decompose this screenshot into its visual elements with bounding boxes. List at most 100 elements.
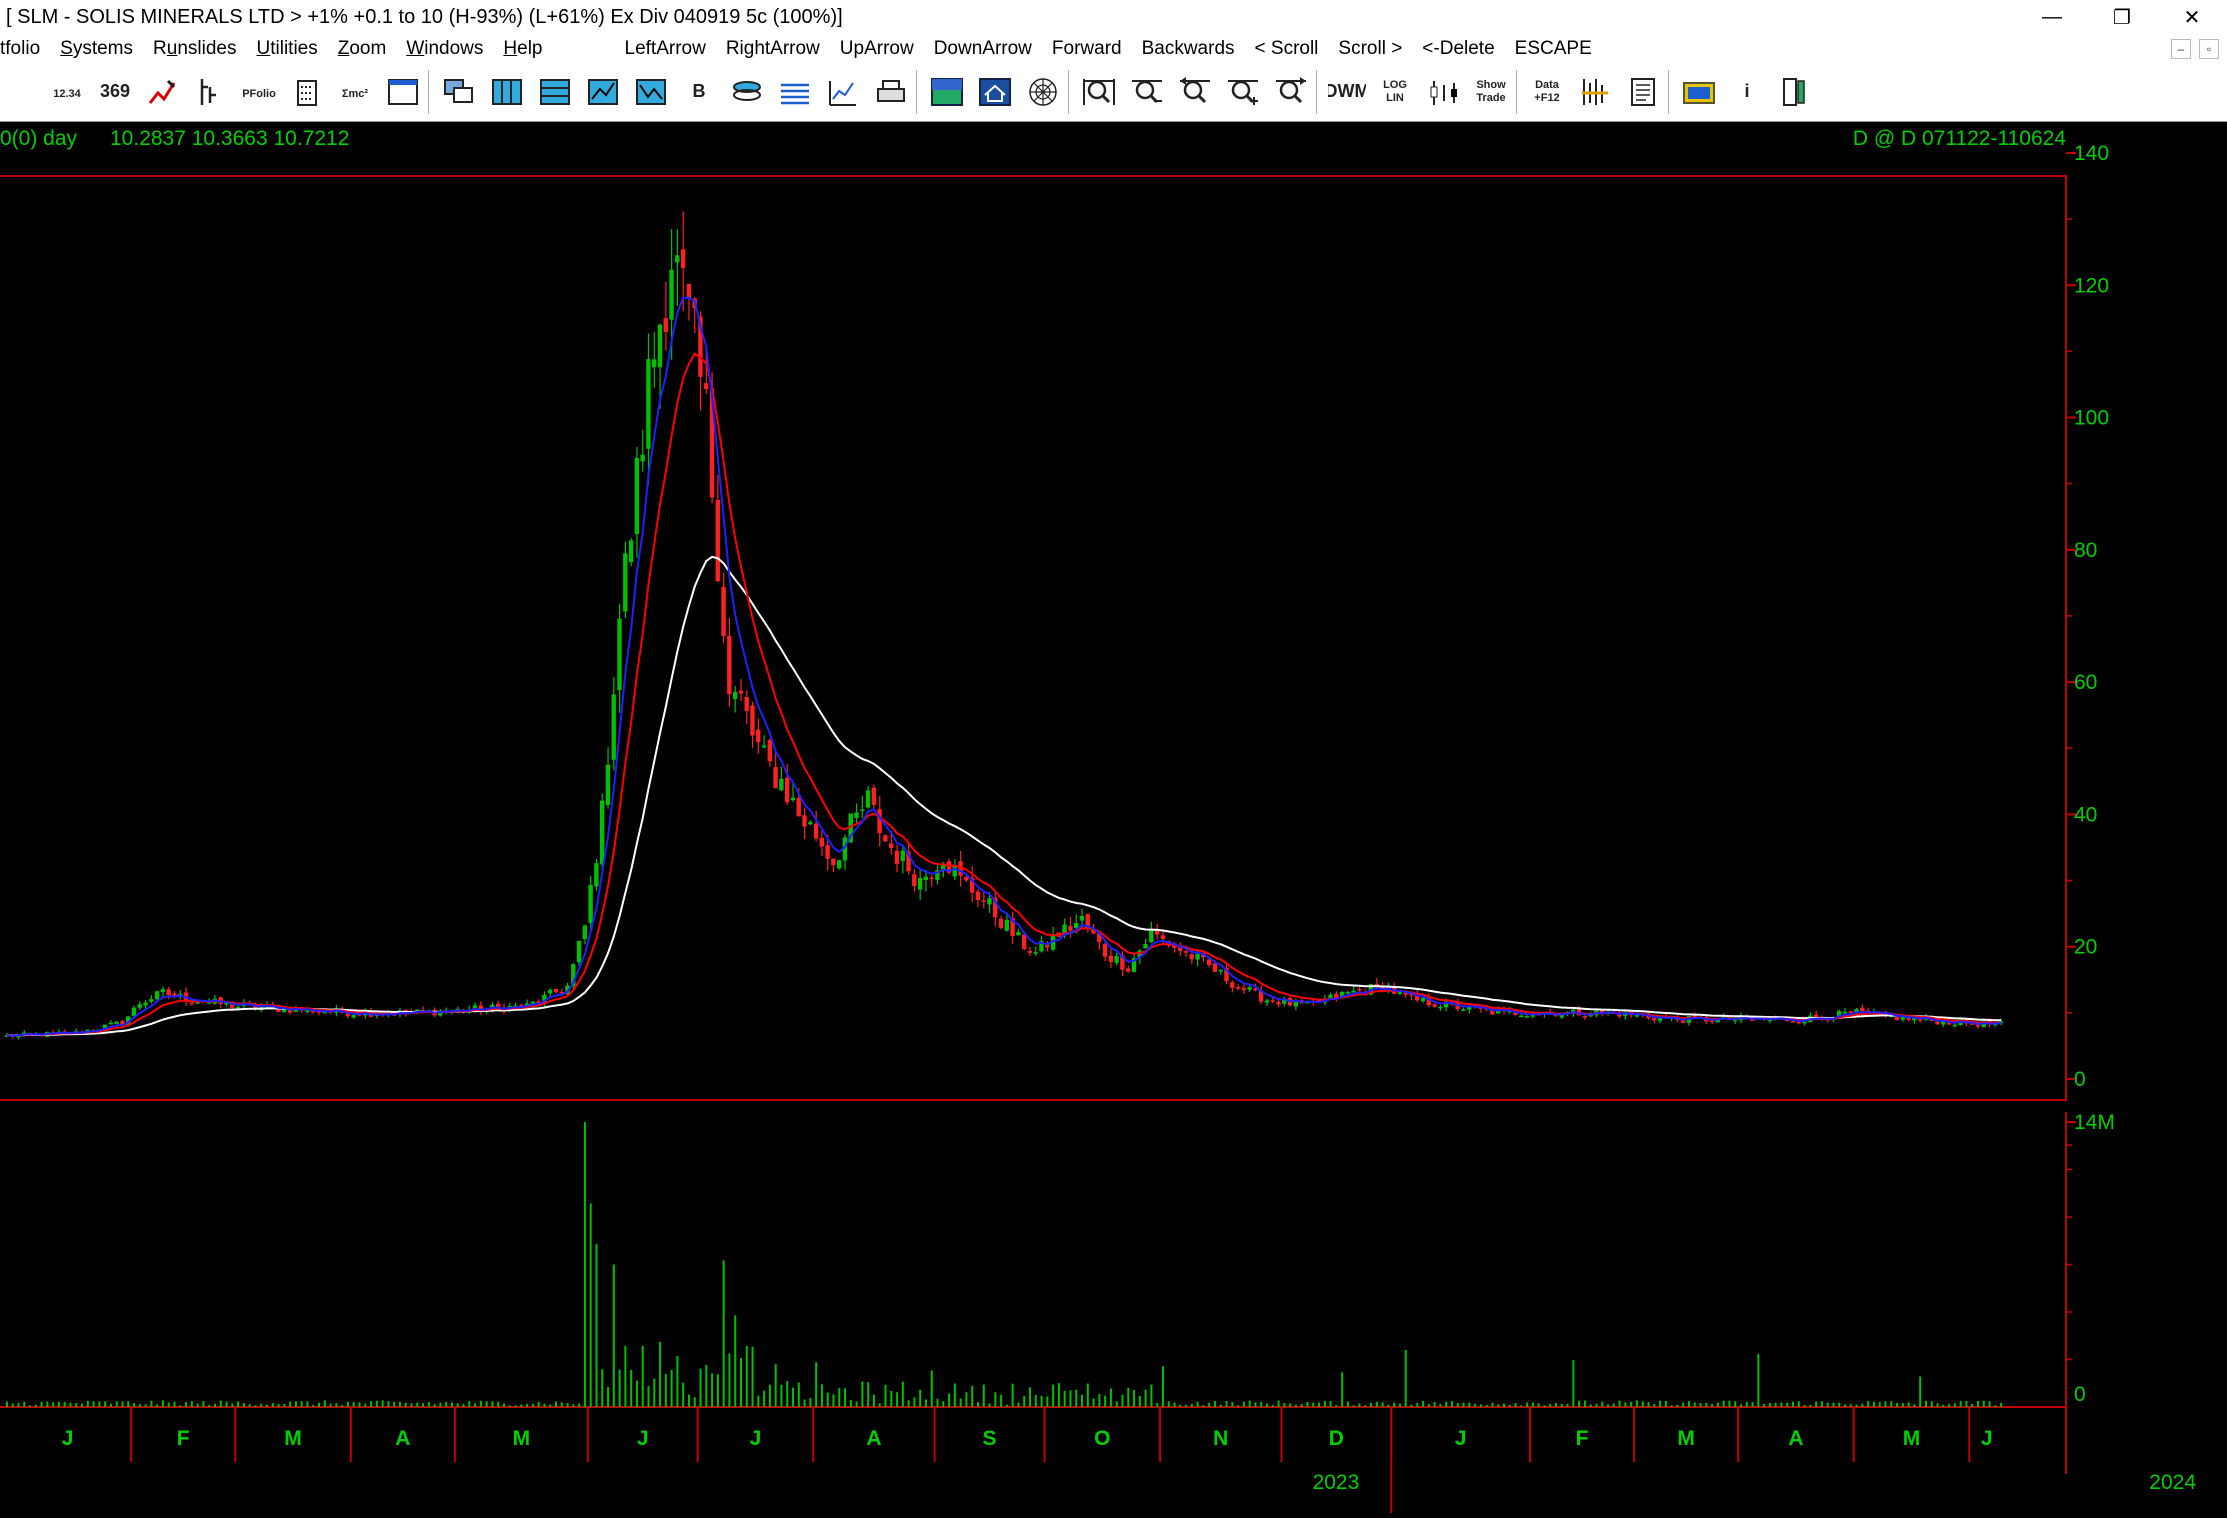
candle-body [1247, 987, 1252, 990]
menu-utilities[interactable]: Utilities [246, 38, 327, 60]
indicator-icon[interactable] [824, 73, 862, 111]
formula-icon[interactable]: Σmc² [336, 73, 374, 111]
period-dwm-icon-text: DWM [1328, 81, 1366, 101]
child-restore-button[interactable]: ▫ [2199, 39, 2219, 59]
edit-chart-icon[interactable] [144, 73, 182, 111]
candle-body [235, 1006, 241, 1009]
candle-body [547, 989, 553, 994]
cmd-backwards[interactable]: Backwards [1132, 38, 1245, 60]
window-icon[interactable] [384, 73, 422, 111]
home-icon[interactable] [976, 73, 1014, 111]
menu-portfolio[interactable]: tfolio [0, 38, 50, 60]
candle-body [588, 884, 593, 923]
menu-runslides[interactable]: Runslides [143, 38, 246, 60]
candle-body [657, 324, 663, 368]
notes-icon[interactable] [1624, 73, 1662, 111]
month-label: M [513, 1427, 531, 1450]
close-button[interactable]: ✕ [2157, 0, 2227, 34]
chart-area[interactable]: 0(0) day 10.2837 10.3663 10.7212 D @ D 071… [0, 122, 2227, 1513]
candle-body [721, 586, 726, 637]
portfolio-icon[interactable]: PFolio [240, 73, 278, 111]
candle-body [160, 989, 166, 992]
candle-body [854, 812, 859, 818]
cascade-icon[interactable] [440, 73, 478, 111]
log-lin-icon[interactable]: LOG LIN [1376, 73, 1414, 111]
tile-vertical-icon[interactable] [488, 73, 526, 111]
month-label: S [983, 1427, 997, 1450]
cmd-escape[interactable]: ESCAPE [1505, 38, 1602, 60]
cmd-down-arrow[interactable]: DownArrow [924, 38, 1042, 60]
candle-body [1195, 953, 1200, 960]
tile-horizontal-icon[interactable] [536, 73, 574, 111]
log-lin-icon-text: LOG [1383, 79, 1407, 91]
layers-icon[interactable] [776, 73, 814, 111]
candle-body [553, 989, 559, 993]
menu-systems[interactable]: Systems [50, 38, 143, 60]
minimize-button[interactable]: — [2017, 0, 2087, 34]
toolbar: 12.34 369 PFolio Σmc² B DWM LOG LIN Show Trade Dat… [0, 64, 2227, 122]
chart-numbers-icon[interactable]: 12.34 [48, 73, 86, 111]
zoom-left-icon[interactable] [1176, 73, 1214, 111]
signal-icon[interactable] [1576, 73, 1614, 111]
info-icon[interactable]: i [1728, 73, 1766, 111]
report-icon[interactable] [1776, 73, 1814, 111]
zoom-full-icon[interactable] [1080, 73, 1118, 111]
candle-body [865, 790, 871, 808]
bar-chart-icon[interactable] [192, 73, 230, 111]
landscape-icon[interactable] [928, 73, 966, 111]
toolbar-separator [916, 70, 917, 114]
folder-icon[interactable] [1680, 73, 1718, 111]
candle-body [114, 1021, 119, 1024]
restore-button[interactable]: ❐ [2087, 0, 2157, 34]
menu-help[interactable]: Help [493, 38, 552, 60]
candle-body [686, 283, 692, 299]
cmd-right-arrow[interactable]: RightArrow [716, 38, 830, 60]
candle-body [154, 991, 160, 1000]
menu-zoom[interactable]: Zoom [328, 38, 397, 60]
period-dwm-icon[interactable]: DWM [1325, 73, 1370, 111]
web-icon[interactable] [1024, 73, 1062, 111]
ma-mid-line [6, 352, 2002, 1037]
stack-icon[interactable] [728, 73, 766, 111]
zoom-right-icon[interactable] [1272, 73, 1310, 111]
candle-body [923, 876, 929, 880]
price-table-icon[interactable]: 369 [96, 73, 134, 111]
data-f12-icon[interactable]: Data +F12 [1528, 73, 1566, 111]
candle-body [1790, 1021, 1796, 1023]
menu-windows[interactable]: Windows [396, 38, 493, 60]
candle-body [640, 454, 645, 462]
cmd-forward[interactable]: Forward [1042, 38, 1132, 60]
candle-body [1952, 1024, 1957, 1027]
month-label: D [1329, 1427, 1344, 1450]
show-trade-icon[interactable]: Show Trade [1472, 73, 1510, 111]
month-label: O [1094, 1427, 1110, 1450]
candle-body [1016, 932, 1021, 936]
candle-icon[interactable] [1424, 73, 1462, 111]
candle-body [1357, 989, 1362, 991]
candle-body [1212, 963, 1218, 972]
zoom-out-icon[interactable] [1128, 73, 1166, 111]
candle-body [779, 778, 784, 791]
year-label: 2023 [1313, 1471, 1360, 1494]
cmd-up-arrow[interactable]: UpArrow [830, 38, 924, 60]
cmd-scroll-left[interactable]: < Scroll [1245, 38, 1329, 60]
calculator-icon[interactable] [288, 73, 326, 111]
child-minimize-button[interactable]: – [2171, 39, 2191, 59]
clock-icon[interactable] [0, 73, 14, 111]
candle-body [1935, 1021, 1940, 1025]
cmd-scroll-right[interactable]: Scroll > [1328, 38, 1412, 60]
cmd-left-arrow[interactable]: LeftArrow [615, 38, 716, 60]
price-tick-label: 100 [2074, 407, 2109, 430]
candle-body [1651, 1017, 1657, 1021]
b-chart-icon[interactable]: B [680, 73, 718, 111]
price-tick-label: 120 [2074, 274, 2109, 297]
zoom-in-icon[interactable] [1224, 73, 1262, 111]
candle-body [802, 815, 807, 827]
printer-icon[interactable] [872, 73, 910, 111]
chart-ma-values: 10.2837 10.3663 10.7212 [110, 127, 349, 150]
candle-body [732, 691, 738, 700]
candle-body [669, 269, 674, 320]
area-chart-icon[interactable] [584, 73, 622, 111]
volume-chart-icon[interactable] [632, 73, 670, 111]
cmd-delete[interactable]: <-Delete [1412, 38, 1504, 60]
